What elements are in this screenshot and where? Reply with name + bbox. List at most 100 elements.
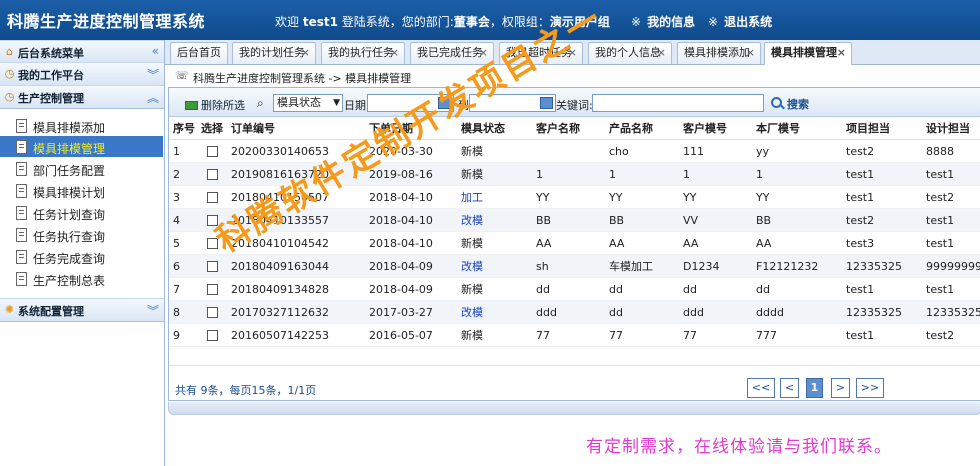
- table-cell: [532, 139, 605, 163]
- tab-mold-add[interactable]: 模具排模添加 ×: [677, 42, 761, 64]
- sidebar-header-menu[interactable]: ⌂ 后台系统菜单 «: [0, 40, 164, 64]
- tab-label: 我的计划任务: [239, 46, 305, 59]
- table-row: 8 20170327112632 2017-03-27 改模 ddd dd ddd dddd 1…: [169, 300, 980, 324]
- table-cell: ddd: [679, 300, 752, 324]
- collapse-left-icon[interactable]: «: [152, 44, 159, 58]
- table-cell: 20160507142253: [227, 323, 365, 347]
- table-cell: VV: [679, 208, 752, 232]
- sidebar-section-production[interactable]: ◷ 生产控制管理 ︽: [0, 85, 164, 109]
- mold-status-select[interactable]: 模具状态 ▼: [273, 94, 343, 112]
- logout-label: 退出系统: [724, 15, 773, 29]
- table-cell: 8888: [922, 139, 980, 163]
- column-header: 序号: [169, 117, 197, 140]
- delete-icon: [185, 101, 198, 110]
- logout-link[interactable]: ※ 退出系统: [708, 13, 772, 30]
- close-icon[interactable]: ×: [657, 43, 666, 63]
- table-cell: 改模: [457, 208, 532, 232]
- table-cell: 2018-04-10: [365, 231, 457, 255]
- table-cell: BB: [605, 208, 679, 232]
- my-info-link[interactable]: ※ 我的信息: [631, 13, 695, 30]
- sidebar-section-my-platform[interactable]: ◷ 我的工作平台 ︾: [0, 62, 164, 86]
- sidebar-item-mold-manage[interactable]: 模具排模管理: [0, 136, 163, 157]
- tab-label: 我的执行任务: [328, 46, 394, 59]
- delete-selected-button[interactable]: 删除所选: [185, 97, 245, 113]
- close-icon[interactable]: ×: [301, 43, 310, 63]
- tab-my-plan[interactable]: 我的计划任务 ×: [232, 42, 316, 64]
- next-page-button[interactable]: >: [831, 378, 850, 398]
- section-label: 系统配置管理: [18, 305, 84, 318]
- column-header: 选择: [197, 117, 227, 140]
- tab-mold-manage[interactable]: 模具排模管理 ×: [764, 42, 852, 65]
- table-cell: dd: [605, 300, 679, 324]
- close-icon[interactable]: ×: [746, 43, 755, 63]
- column-header: 模具状态: [457, 117, 532, 140]
- tab-my-info[interactable]: 我的个人信息 ×: [588, 42, 672, 64]
- calendar-icon[interactable]: [540, 97, 553, 109]
- select-cell: [197, 185, 227, 209]
- sidebar-item-mold-add[interactable]: 模具排模添加: [0, 115, 163, 136]
- tab-home[interactable]: 后台首页: [170, 42, 228, 64]
- row-checkbox[interactable]: [207, 169, 218, 180]
- search-icon: [771, 97, 782, 108]
- table-cell: dddd: [752, 300, 842, 324]
- table-cell: 2017-03-27: [365, 300, 457, 324]
- table-cell: 2018-04-10: [365, 185, 457, 209]
- row-checkbox[interactable]: [207, 146, 218, 157]
- close-icon[interactable]: ×: [390, 43, 399, 63]
- table-cell: BB: [532, 208, 605, 232]
- select-value: 模具状态: [277, 96, 321, 109]
- toolbar: 删除所选 ⌕ 模具状态 ▼ 日期: 到 关键词: 搜索: [169, 88, 980, 117]
- row-checkbox[interactable]: [207, 192, 218, 203]
- gear-icon: ✺: [4, 303, 15, 316]
- table-row: 7 20180409134828 2018-04-09 新模 dd dd dd dd test1…: [169, 277, 980, 301]
- sidebar-item-mold-plan[interactable]: 模具排模计划: [0, 180, 163, 201]
- section-label: 生产控制管理: [18, 92, 84, 105]
- prev-page-button[interactable]: <: [780, 378, 799, 398]
- keyword-input[interactable]: [592, 94, 764, 112]
- chevron-down-icon[interactable]: ︾: [147, 66, 159, 83]
- select-cell: [197, 277, 227, 301]
- table-cell: 加工: [457, 185, 532, 209]
- keyword-label: 关键词:: [556, 99, 593, 112]
- sidebar-item-control-summary[interactable]: 生产控制总表: [0, 268, 163, 289]
- table-cell: 7: [169, 277, 197, 301]
- table-cell: AA: [605, 231, 679, 255]
- document-icon: [16, 119, 27, 133]
- table-cell: 8: [169, 300, 197, 324]
- pagination-bar: 共有 9条，每页15条，1/1页 << < 1 > >>: [169, 365, 980, 400]
- document-icon: [16, 184, 27, 198]
- table-cell: 99999999: [922, 254, 980, 278]
- select-cell: [197, 254, 227, 278]
- sidebar-item-label: 生产控制总表: [33, 274, 106, 288]
- table-cell: test1: [922, 277, 980, 301]
- sidebar-item-dept-task[interactable]: 部门任务配置: [0, 158, 163, 179]
- table-row: 6 20180409163044 2018-04-09 改模 sh 车模加工 D1234 F1…: [169, 254, 980, 278]
- sidebar-item-plan-query[interactable]: 任务计划查询: [0, 202, 163, 223]
- table-cell: 6: [169, 254, 197, 278]
- tab-my-exec[interactable]: 我的执行任务 ×: [321, 42, 405, 64]
- close-icon[interactable]: ×: [837, 43, 846, 63]
- sidebar-item-done-query[interactable]: 任务完成查询: [0, 246, 163, 267]
- chevron-down-icon[interactable]: ︾: [147, 302, 159, 319]
- sidebar-item-exec-query[interactable]: 任务执行查询: [0, 224, 163, 245]
- row-checkbox[interactable]: [207, 261, 218, 272]
- select-cell: [197, 139, 227, 163]
- last-page-button[interactable]: >>: [856, 378, 884, 398]
- chevron-up-icon[interactable]: ︽: [147, 89, 159, 106]
- table-cell: test1: [842, 162, 922, 186]
- row-checkbox[interactable]: [207, 330, 218, 341]
- select-cell: [197, 323, 227, 347]
- table-cell: test1: [922, 208, 980, 232]
- sidebar-item-label: 任务执行查询: [33, 230, 106, 244]
- sidebar-section-system-config[interactable]: ✺ 系统配置管理 ︾: [0, 298, 164, 322]
- sidebar-item-label: 部门任务配置: [33, 164, 106, 178]
- row-checkbox[interactable]: [207, 307, 218, 318]
- clock-icon: ◷: [4, 90, 15, 103]
- table-cell: 20180409134828: [227, 277, 365, 301]
- first-page-button[interactable]: <<: [747, 378, 775, 398]
- table-cell: 新模: [457, 231, 532, 255]
- page-number-current[interactable]: 1: [806, 378, 823, 398]
- search-button[interactable]: 搜索: [771, 96, 809, 112]
- row-checkbox[interactable]: [207, 284, 218, 295]
- table-row: 9 20160507142253 2016-05-07 新模 77 77 77 777 test…: [169, 323, 980, 347]
